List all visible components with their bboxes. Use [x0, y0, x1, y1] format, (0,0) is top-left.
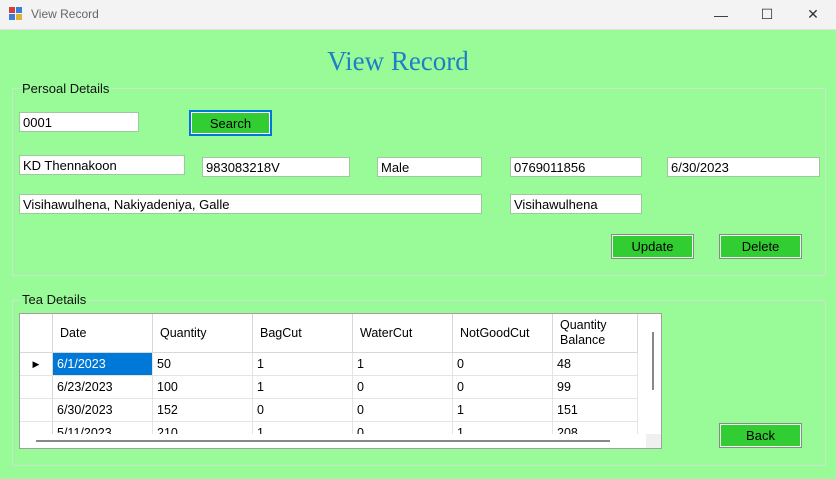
scrollbar-corner	[646, 434, 661, 448]
maximize-icon: ☐	[760, 6, 774, 22]
table-row[interactable]: ▶ 6/1/2023 50 1 1 0 48	[20, 352, 638, 376]
column-header-bagcut[interactable]: BagCut	[252, 314, 353, 353]
back-button[interactable]: Back	[719, 423, 802, 448]
tea-data-grid[interactable]: Date Quantity BagCut WaterCut NotGoodCut…	[19, 313, 662, 449]
table-row[interactable]: 6/30/2023 152 0 0 1 151	[20, 398, 638, 422]
close-icon: ✕	[807, 6, 819, 22]
table-header-row: Date Quantity BagCut WaterCut NotGoodCut…	[20, 314, 638, 353]
vertical-scroll-thumb[interactable]	[652, 332, 654, 390]
table-cell[interactable]: 1	[252, 352, 353, 376]
table-cell[interactable]: 6/1/2023	[52, 352, 153, 376]
table-cell[interactable]: 48	[552, 352, 638, 376]
table-cell[interactable]: 0	[352, 375, 453, 399]
column-header-date[interactable]: Date	[52, 314, 153, 353]
minimize-icon: —	[714, 6, 728, 23]
table-cell[interactable]: 0	[452, 375, 553, 399]
table-cell[interactable]: 6/23/2023	[52, 375, 153, 399]
row-header[interactable]	[20, 375, 53, 399]
close-button[interactable]: ✕	[790, 0, 836, 29]
table-cell[interactable]: 6/30/2023	[52, 398, 153, 422]
row-header-corner	[20, 314, 53, 353]
maximize-button[interactable]: ☐	[744, 0, 790, 29]
nic-field[interactable]: 983083218V	[202, 157, 350, 177]
form-title: View Record	[327, 46, 469, 76]
tea-table: Date Quantity BagCut WaterCut NotGoodCut…	[20, 314, 638, 445]
search-id-input[interactable]: 0001	[19, 112, 139, 132]
phone-field[interactable]: 0769011856	[510, 157, 642, 177]
column-header-watercut[interactable]: WaterCut	[352, 314, 453, 353]
current-row-icon: ▶	[20, 352, 53, 376]
row-header[interactable]	[20, 398, 53, 422]
delete-button[interactable]: Delete	[719, 234, 802, 259]
column-header-quantity[interactable]: Quantity	[152, 314, 253, 353]
table-row[interactable]: 6/23/2023 100 1 0 0 99	[20, 375, 638, 399]
vertical-scrollbar[interactable]	[646, 314, 661, 434]
table-cell[interactable]: 0	[352, 398, 453, 422]
window-title: View Record	[31, 7, 99, 21]
table-cell[interactable]: 0	[452, 352, 553, 376]
tea-details-label: Tea Details	[20, 292, 89, 307]
column-header-notgoodcut[interactable]: NotGoodCut	[452, 314, 553, 353]
personal-details-label: Persoal Details	[20, 81, 112, 96]
table-cell[interactable]: 50	[152, 352, 253, 376]
area-field[interactable]: Visihawulhena	[510, 194, 642, 214]
table-cell[interactable]: 100	[152, 375, 253, 399]
column-header-quantity-balance[interactable]: Quantity Balance	[552, 314, 638, 353]
table-cell[interactable]: 152	[152, 398, 253, 422]
table-cell[interactable]: 1	[252, 375, 353, 399]
table-cell[interactable]: 151	[552, 398, 638, 422]
window-titlebar: View Record — ☐ ✕	[0, 0, 836, 30]
app-icon	[9, 7, 23, 21]
update-button[interactable]: Update	[611, 234, 694, 259]
table-cell[interactable]: 1	[452, 398, 553, 422]
table-cell[interactable]: 0	[252, 398, 353, 422]
minimize-button[interactable]: —	[698, 0, 744, 29]
address-field[interactable]: Visihawulhena, Nakiyadeniya, Galle	[19, 194, 482, 214]
table-cell[interactable]: 1	[352, 352, 453, 376]
horizontal-scroll-thumb[interactable]	[36, 440, 610, 442]
table-cell[interactable]: 99	[552, 375, 638, 399]
date-field[interactable]: 6/30/2023	[667, 157, 820, 177]
horizontal-scrollbar[interactable]	[20, 434, 647, 448]
name-field[interactable]: KD Thennakoon	[19, 155, 185, 175]
search-button[interactable]: Search	[189, 110, 272, 136]
gender-field[interactable]: Male	[377, 157, 482, 177]
